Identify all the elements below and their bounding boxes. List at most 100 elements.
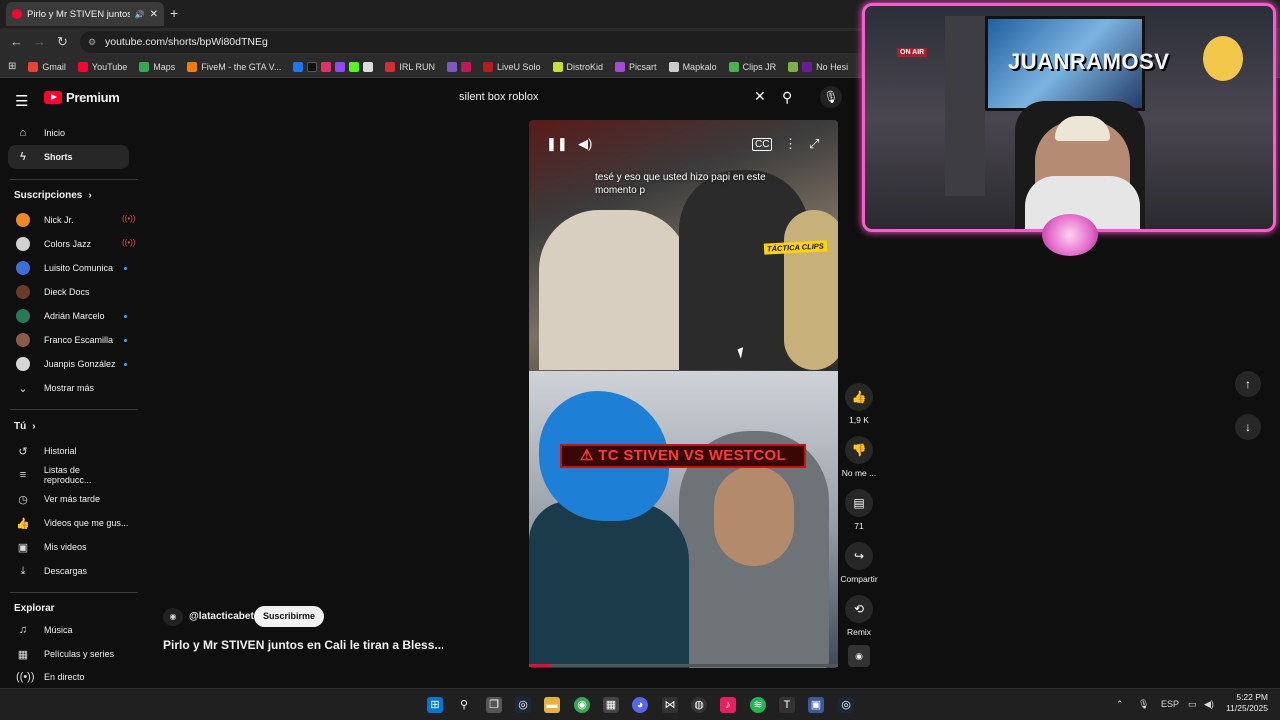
- show-more-button[interactable]: ⌄ Mostrar más: [8, 376, 129, 400]
- file-explorer-icon[interactable]: ▬: [544, 697, 560, 713]
- pause-icon[interactable]: ❚❚: [546, 136, 568, 152]
- sidebar-item-label: Descargas: [44, 566, 88, 576]
- shorts-video-player[interactable]: ❚❚ ◀) CC ⋮ ⤢ tesé y eso que usted hizo p…: [529, 120, 838, 668]
- menu-icon[interactable]: ☰: [15, 92, 28, 110]
- video-progress-bar[interactable]: [529, 664, 838, 667]
- volume-icon[interactable]: ◀): [1204, 699, 1214, 710]
- bookmark-youtube[interactable]: YouTube: [77, 61, 127, 72]
- like-button[interactable]: 👍 1,9 K: [840, 383, 878, 425]
- bookmark-shortcuts[interactable]: [293, 61, 374, 72]
- bookmark-picsart[interactable]: Picsart: [615, 61, 657, 72]
- url-input[interactable]: ⚙ youtube.com/shorts/bpWi80dTNEg: [80, 31, 870, 53]
- downloads-icon: ⤓: [20, 564, 26, 577]
- network-icon[interactable]: ▭: [1188, 699, 1197, 710]
- spotify-icon[interactable]: ≋: [750, 697, 766, 713]
- sidebar-item-music[interactable]: ♫ Música: [8, 618, 129, 642]
- microphone-icon[interactable]: 🎙: [820, 86, 842, 108]
- sidebar-sub-colors-jazz[interactable]: Colors Jazz ((•)): [8, 232, 135, 256]
- bookmark-extras[interactable]: [447, 61, 471, 72]
- channel-handle[interactable]: @latacticabet: [189, 611, 254, 622]
- captions-icon[interactable]: CC: [752, 138, 773, 151]
- sidebar-item-historial[interactable]: ↺ Historial: [8, 439, 129, 463]
- tiktok-live-icon[interactable]: ♪: [720, 697, 736, 713]
- person-face: [714, 466, 794, 566]
- task-view-icon[interactable]: ❐: [486, 697, 502, 713]
- sidebar-item-downloads[interactable]: ⤓ Descargas: [8, 559, 129, 583]
- sidebar-sub-nick-jr[interactable]: Nick Jr. ((•)): [8, 208, 135, 232]
- you-heading[interactable]: Tú ›: [14, 421, 36, 432]
- dislike-button[interactable]: 👎 No me ...: [840, 436, 878, 478]
- new-tab-button[interactable]: +: [170, 5, 178, 21]
- sidebar-sub-dieck[interactable]: Dieck Docs: [8, 280, 129, 304]
- bookmark-gmail[interactable]: Gmail: [28, 61, 66, 72]
- sidebar-item-inicio[interactable]: ⌂ Inicio: [8, 121, 129, 145]
- windows-start-icon[interactable]: ⊞: [427, 697, 443, 713]
- apps-icon[interactable]: ⊞: [8, 61, 16, 72]
- remix-button[interactable]: ⟲ Remix: [840, 595, 878, 637]
- reload-icon[interactable]: ↻: [57, 34, 68, 50]
- sidebar-item-live[interactable]: ((•)) En directo: [8, 665, 129, 689]
- bookmark-distrokid[interactable]: DistroKid: [552, 61, 603, 72]
- youtube-favicon-icon: [12, 9, 22, 19]
- forward-icon[interactable]: →: [33, 34, 46, 49]
- back-icon[interactable]: ←: [10, 34, 23, 49]
- like-icon: 👍: [845, 383, 873, 411]
- bookmark-clips-jr[interactable]: Clips JR: [728, 61, 776, 72]
- previous-short-button[interactable]: ↑: [1235, 371, 1261, 397]
- site-info-icon[interactable]: ⚙: [88, 31, 96, 53]
- sidebar-sub-luisito[interactable]: Luisito Comunica: [8, 256, 129, 280]
- steam-icon[interactable]: ◎: [838, 697, 854, 713]
- sidebar-sub-franco[interactable]: Franco Escamilla: [8, 328, 129, 352]
- tf-app-icon[interactable]: T: [779, 697, 795, 713]
- next-short-button[interactable]: ↓: [1235, 414, 1261, 440]
- system-clock[interactable]: 5:22 PM 11/25/2025: [1222, 692, 1268, 714]
- sidebar-item-liked[interactable]: 👍 Videos que me gus...: [8, 511, 129, 535]
- channel-thumbnail-icon[interactable]: ◉: [848, 645, 870, 667]
- sidebar-item-my-videos[interactable]: ▣ Mis videos: [8, 535, 129, 559]
- bookmark-no-hesi[interactable]: No Hesi: [788, 61, 848, 72]
- chevron-up-icon[interactable]: ⌃: [1116, 699, 1124, 710]
- search-icon[interactable]: ⚲: [782, 89, 792, 106]
- person-figure: [539, 210, 689, 370]
- microphone-icon[interactable]: 🎙: [1138, 699, 1149, 710]
- bookmark-liveu[interactable]: LiveU Solo: [483, 61, 541, 72]
- browser-tab[interactable]: Pirlo y Mr STIVEN juntos en 🔊 ✕: [6, 2, 164, 26]
- clear-search-icon[interactable]: ✕: [754, 88, 766, 105]
- comments-button[interactable]: ▤ 71: [840, 489, 878, 531]
- video-title[interactable]: Pirlo y Mr STIVEN juntos en Cali le tira…: [163, 638, 443, 652]
- bookmark-mapkalo[interactable]: Mapkalo: [668, 61, 717, 72]
- close-tab-icon[interactable]: ✕: [150, 9, 158, 20]
- sidebar-item-watch-later[interactable]: ◷ Ver más tarde: [8, 487, 129, 511]
- app-icon[interactable]: ⋈: [662, 697, 678, 713]
- channel-avatar[interactable]: ◉: [163, 608, 183, 626]
- streamer-cap: [1055, 116, 1110, 141]
- bookmark-fivem[interactable]: FiveM - the GTA V...: [187, 61, 281, 72]
- remote-app-icon[interactable]: ▣: [808, 697, 824, 713]
- audio-icon[interactable]: 🔊: [135, 10, 145, 19]
- youtube-premium-logo[interactable]: Premium: [44, 90, 120, 105]
- liveu-icon: [483, 61, 493, 72]
- sidebar-sub-juanpis[interactable]: Juanpis González: [8, 352, 129, 376]
- language-indicator[interactable]: ESP: [1161, 699, 1179, 709]
- sidebar-item-shorts[interactable]: ϟ Shorts: [8, 145, 129, 169]
- volume-icon[interactable]: ◀): [578, 136, 592, 152]
- sidebar-sub-adrian[interactable]: Adrián Marcelo: [8, 304, 129, 328]
- store-icon[interactable]: ▦: [603, 697, 619, 713]
- subscribe-button[interactable]: Suscribirme: [254, 606, 325, 627]
- search-icon[interactable]: ⚲: [456, 697, 472, 713]
- irl-run-icon: [385, 61, 396, 72]
- explore-heading: Explorar: [14, 603, 55, 614]
- steam-icon[interactable]: ◎: [515, 697, 531, 713]
- subscriptions-heading[interactable]: Suscripciones ›: [14, 190, 92, 201]
- sidebar-item-playlists[interactable]: ≡ Listas de reproducc...: [8, 463, 129, 487]
- obs-icon[interactable]: ◍: [691, 697, 707, 713]
- sidebar-item-movies[interactable]: ▦ Películas y series: [8, 642, 129, 666]
- search-input[interactable]: silent box roblox: [452, 85, 777, 109]
- fullscreen-icon[interactable]: ⤢: [809, 136, 819, 152]
- chrome-icon[interactable]: ◉: [574, 697, 590, 713]
- bookmark-irl-run[interactable]: IRL RUN: [385, 61, 435, 72]
- discord-icon[interactable]: ◕: [632, 697, 648, 713]
- more-options-icon[interactable]: ⋮: [784, 136, 797, 152]
- share-button[interactable]: ↪ Compartir: [840, 542, 878, 584]
- bookmark-maps[interactable]: Maps: [139, 61, 175, 72]
